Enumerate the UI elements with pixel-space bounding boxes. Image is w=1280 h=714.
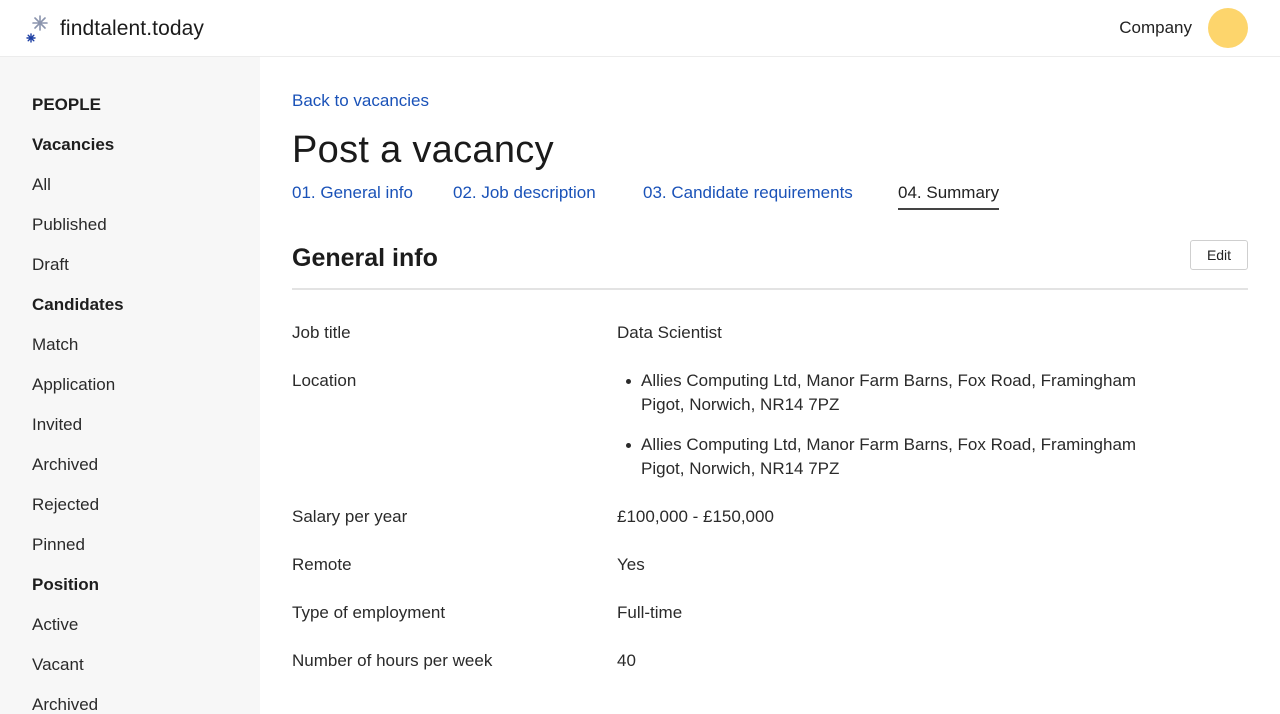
hours-value: 40 bbox=[617, 651, 636, 670]
sidebar-heading-people: PEOPLE bbox=[32, 95, 101, 114]
hours-label: Number of hours per week bbox=[292, 651, 493, 670]
step-tabs: 01. General info 02. Job description 03.… bbox=[292, 183, 1248, 211]
salary-label: Salary per year bbox=[292, 507, 408, 526]
sidebar-heading-position: Position bbox=[32, 575, 100, 594]
salary-value: £100,000 - £150,000 bbox=[617, 507, 774, 526]
location-item: Allies Computing Ltd, Manor Farm Barns, … bbox=[617, 433, 1147, 481]
company-menu[interactable]: Company bbox=[1119, 18, 1192, 38]
brand-logo[interactable]: findtalent.today bbox=[26, 14, 204, 44]
brand-name: findtalent.today bbox=[60, 17, 205, 40]
employment-type-label: Type of employment bbox=[292, 603, 446, 622]
location-list: Allies Computing Ltd, Manor Farm Barns, … bbox=[617, 369, 1147, 497]
tab-candidate-requirements[interactable]: 03. Candidate requirements bbox=[643, 183, 853, 203]
top-bar: findtalent.today Company bbox=[0, 0, 1280, 57]
sidebar-item-archived-candidates[interactable]: Archived bbox=[32, 455, 98, 475]
sidebar-heading-vacancies: Vacancies bbox=[32, 135, 115, 154]
sidebar: PEOPLE Vacancies All Published Draft Can… bbox=[0, 57, 260, 714]
sidebar-item-archived-position[interactable]: Archived bbox=[32, 695, 98, 714]
page-title: Post a vacancy bbox=[292, 129, 554, 171]
back-to-vacancies-link[interactable]: Back to vacancies bbox=[292, 91, 429, 111]
location-label: Location bbox=[292, 371, 357, 390]
job-title-label: Job title bbox=[292, 323, 351, 342]
sidebar-item-rejected[interactable]: Rejected bbox=[32, 495, 99, 515]
sidebar-item-vacant[interactable]: Vacant bbox=[32, 655, 84, 675]
tab-general-info[interactable]: 01. General info bbox=[292, 183, 413, 203]
sidebar-item-all[interactable]: All bbox=[32, 175, 51, 195]
sidebar-item-invited[interactable]: Invited bbox=[32, 415, 82, 435]
remote-label: Remote bbox=[292, 555, 352, 574]
tab-summary[interactable]: 04. Summary bbox=[898, 183, 1000, 210]
sidebar-item-match[interactable]: Match bbox=[32, 335, 78, 355]
sidebar-item-pinned[interactable]: Pinned bbox=[32, 535, 85, 555]
sidebar-item-active[interactable]: Active bbox=[32, 615, 78, 635]
sidebar-item-draft[interactable]: Draft bbox=[32, 255, 69, 275]
sidebar-item-application[interactable]: Application bbox=[32, 375, 115, 395]
section-title: General info bbox=[292, 244, 438, 272]
remote-value: Yes bbox=[617, 555, 645, 574]
sidebar-heading-candidates: Candidates bbox=[32, 295, 124, 314]
star-logo-icon bbox=[26, 14, 52, 44]
location-item: Allies Computing Ltd, Manor Farm Barns, … bbox=[617, 369, 1147, 417]
sidebar-item-published[interactable]: Published bbox=[32, 215, 107, 235]
user-avatar[interactable] bbox=[1208, 8, 1248, 48]
employment-type-value: Full-time bbox=[617, 603, 683, 622]
job-title-value: Data Scientist bbox=[617, 323, 722, 342]
section-divider bbox=[292, 288, 1248, 290]
tab-job-description[interactable]: 02. Job description bbox=[453, 183, 596, 203]
edit-button[interactable]: Edit bbox=[1190, 240, 1248, 270]
